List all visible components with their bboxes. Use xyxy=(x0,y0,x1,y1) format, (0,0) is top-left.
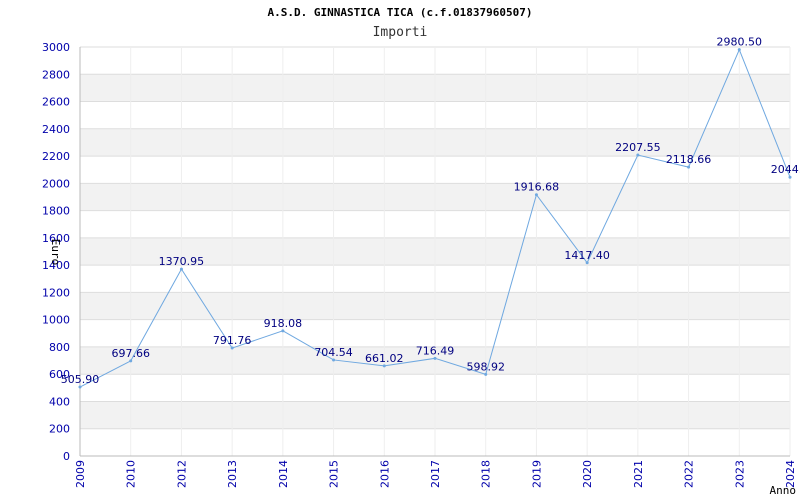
data-label: 2207.55 xyxy=(615,141,661,154)
y-tick-label: 3000 xyxy=(42,41,70,54)
x-tick-label: 2017 xyxy=(429,460,442,488)
data-label: 2044.9 xyxy=(771,163,800,176)
x-tick-label: 2009 xyxy=(74,460,87,488)
y-tick-label: 2400 xyxy=(42,123,70,136)
data-label: 505.90 xyxy=(61,373,100,386)
y-tick-label: 1800 xyxy=(42,205,70,218)
x-tick-label: 2010 xyxy=(125,460,138,488)
data-label: 1417.40 xyxy=(564,249,610,262)
data-label: 598.92 xyxy=(466,360,505,373)
data-label: 1370.95 xyxy=(159,255,205,268)
data-label: 716.49 xyxy=(416,344,455,357)
y-axis-title: Euro xyxy=(49,239,62,266)
x-tick-label: 2015 xyxy=(328,460,341,488)
x-tick-label: 2013 xyxy=(226,460,239,488)
x-tick-label: 2012 xyxy=(175,460,188,488)
x-tick-label: 2014 xyxy=(277,460,290,488)
line-chart: 0200400600800100012001400160018002000220… xyxy=(42,36,800,497)
x-tick-label: 2022 xyxy=(683,460,696,488)
y-tick-label: 800 xyxy=(49,341,70,354)
x-tick-label: 2018 xyxy=(480,460,493,488)
data-label: 661.02 xyxy=(365,352,404,365)
data-label: 697.66 xyxy=(111,347,150,360)
data-label: 1916.68 xyxy=(514,181,560,194)
x-tick-label: 2019 xyxy=(530,460,543,488)
data-label: 2118.66 xyxy=(666,153,712,166)
y-tick-label: 1200 xyxy=(42,286,70,299)
data-label: 704.54 xyxy=(314,346,353,359)
x-tick-label: 2020 xyxy=(581,460,594,488)
y-tick-label: 200 xyxy=(49,423,70,436)
data-label: 791.76 xyxy=(213,334,252,347)
x-tick-label: 2016 xyxy=(378,460,391,488)
data-label: 918.08 xyxy=(264,317,303,330)
data-label: 2980.50 xyxy=(717,36,763,49)
x-tick-label: 2021 xyxy=(632,460,645,488)
x-axis-title: Anno xyxy=(770,484,797,497)
y-tick-label: 2800 xyxy=(42,68,70,81)
y-tick-label: 2600 xyxy=(42,96,70,109)
y-tick-label: 400 xyxy=(49,395,70,408)
x-tick-label: 2023 xyxy=(733,460,746,488)
x-axis-ticks: 2009 2010 2012 2013 2014 2015 2016 2017 2018 2019… xyxy=(74,460,797,488)
y-tick-label: 0 xyxy=(63,450,70,463)
y-tick-label: 1000 xyxy=(42,314,70,327)
y-tick-label: 2200 xyxy=(42,150,70,163)
y-tick-label: 2000 xyxy=(42,177,70,190)
